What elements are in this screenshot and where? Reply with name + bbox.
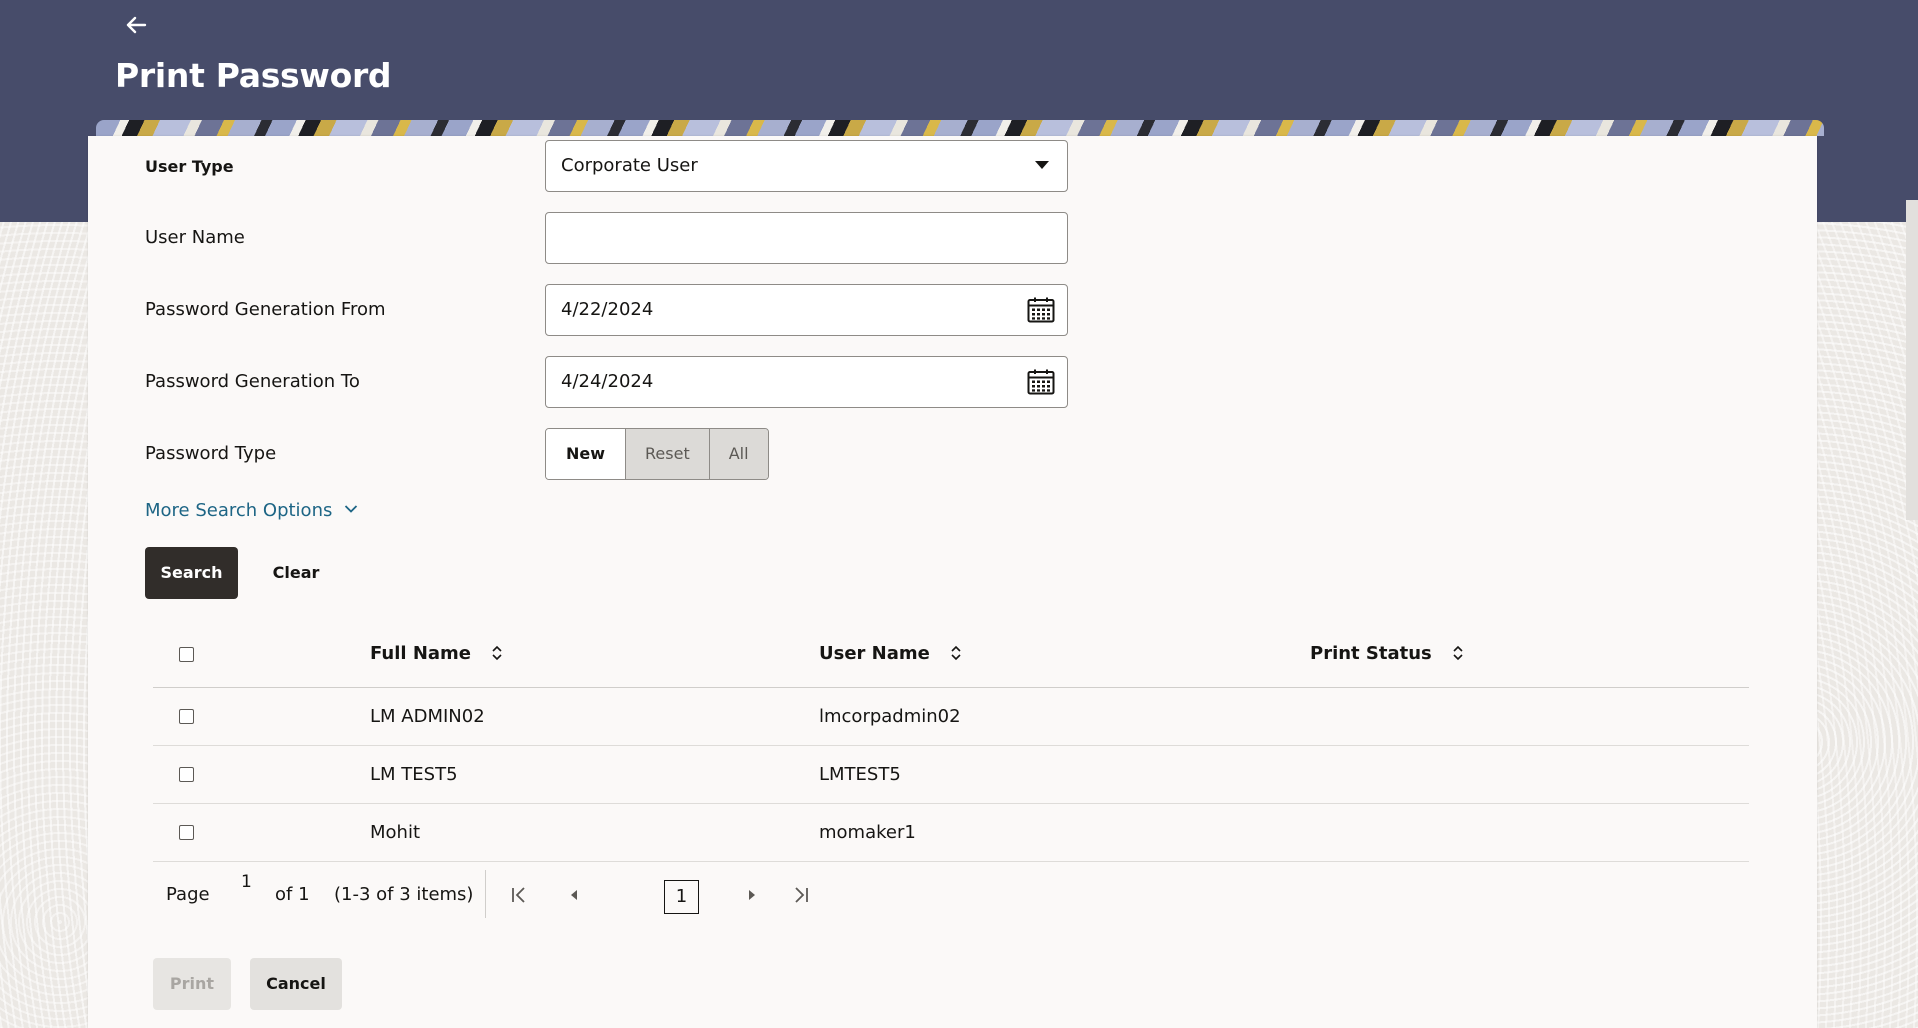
calendar-icon[interactable] [1027,297,1055,323]
page-label: Page [166,884,210,905]
password-type-label: Password Type [145,443,277,464]
dropdown-caret-icon [1035,161,1049,169]
page-title: Print Password [115,56,392,95]
column-header-full-name[interactable]: Full Name [370,643,503,664]
user-type-value: Corporate User [561,155,698,176]
column-header-print-status[interactable]: Print Status [1310,643,1464,664]
row-checkbox[interactable] [179,709,194,724]
table-row: LM TEST5 LMTEST5 [153,746,1749,804]
user-name-input[interactable] [545,212,1068,264]
password-from-label: Password Generation From [145,299,386,320]
password-to-label: Password Generation To [145,371,360,392]
full-name-cell: Mohit [370,822,421,843]
sort-icon [492,645,502,661]
full-name-cell: LM TEST5 [370,764,458,785]
table-row: LM ADMIN02 lmcorpadmin02 [153,688,1749,746]
password-to-value: 4/24/2024 [561,371,654,392]
full-name-cell: LM ADMIN02 [370,706,485,727]
user-name-label: User Name [145,227,245,248]
row-checkbox[interactable] [179,825,194,840]
select-all-checkbox[interactable] [179,647,194,662]
results-table: Full Name User Name Print Status LM ADMI… [153,622,1749,862]
last-page-icon[interactable] [790,884,812,906]
decorative-banner [96,120,1824,136]
more-search-options-label: More Search Options [145,500,333,521]
pagination: Page 1 of 1 (1-3 of 3 items) 1 [153,864,853,924]
pagination-divider [485,870,486,918]
user-name-cell: LMTEST5 [819,764,901,785]
print-button[interactable]: Print [153,958,231,1010]
calendar-icon[interactable] [1027,369,1055,395]
column-header-label: Full Name [370,643,471,664]
sort-icon [951,645,961,661]
search-button[interactable]: Search [145,547,238,599]
password-type-toggle: New Reset All [545,428,769,480]
arrow-left-icon [126,16,147,34]
sort-icon [1453,645,1463,661]
row-checkbox[interactable] [179,767,194,782]
password-type-new[interactable]: New [546,429,626,479]
password-to-field[interactable]: 4/24/2024 [545,356,1068,408]
password-from-value: 4/22/2024 [561,299,654,320]
more-search-options-link[interactable]: More Search Options [145,500,358,521]
cancel-button[interactable]: Cancel [250,958,342,1010]
current-page-input[interactable]: 1 [241,872,252,892]
table-header: Full Name User Name Print Status [153,622,1749,688]
column-header-user-name[interactable]: User Name [819,643,962,664]
user-name-cell: momaker1 [819,822,916,843]
password-type-all[interactable]: All [708,429,768,479]
page-number-button[interactable]: 1 [664,880,699,914]
user-name-cell: lmcorpadmin02 [819,706,961,727]
chevron-down-icon [344,505,358,513]
back-button[interactable] [124,10,154,40]
clear-button[interactable]: Clear [266,547,326,599]
user-type-label: User Type [145,157,234,176]
total-pages-label: of 1 [275,884,310,905]
user-type-select[interactable]: Corporate User [545,140,1068,192]
column-header-label: User Name [819,643,930,664]
table-row: Mohit momaker1 [153,804,1749,862]
search-card: User Type Corporate User User Name Passw… [88,136,1817,1028]
page-scrollbar[interactable] [1906,200,1918,520]
password-from-field[interactable]: 4/22/2024 [545,284,1068,336]
previous-page-icon[interactable] [563,884,585,906]
first-page-icon[interactable] [509,884,531,906]
password-type-reset[interactable]: Reset [625,429,709,479]
column-header-label: Print Status [1310,643,1432,664]
items-count-label: (1-3 of 3 items) [334,884,474,905]
next-page-icon[interactable] [741,884,763,906]
